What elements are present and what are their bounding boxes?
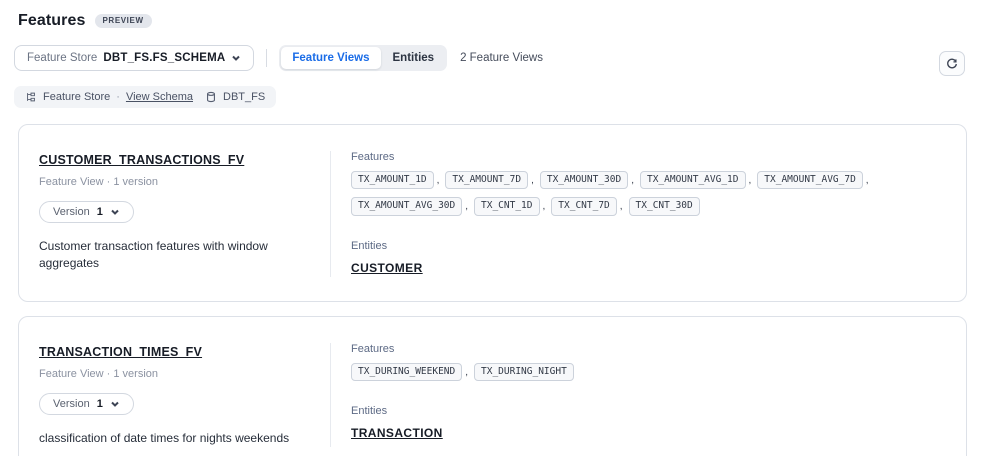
page-header: Features PREVIEW [0,0,985,34]
breadcrumb-wrap: Feature Store · View Schema DBT_FS [0,72,985,108]
feature-chip: TX_CNT_7D [551,197,616,215]
chevron-down-icon [231,53,241,63]
page-title: Features [18,12,86,30]
toolbar-divider [266,49,267,67]
version-dropdown[interactable]: Version 1 [39,201,134,223]
feature-view-description: Customer transaction features with windo… [39,238,307,273]
feature-store-dropdown-value: DBT_FS.FS_SCHEMA [103,52,225,64]
feature-chip: TX_AMOUNT_30D [540,171,628,189]
feature-view-card: TRANSACTION_TIMES_FV Feature View · 1 ve… [18,316,967,456]
chip-separator: , [465,367,468,378]
entity-link-list: TRANSACTION [351,417,946,442]
feature-chip: TX_CNT_1D [474,197,539,215]
chip-separator: , [437,175,440,186]
entities-section-label: Entities [351,240,946,252]
feature-store-dropdown-label: Feature Store [27,52,97,64]
features-section-label: Features [351,343,946,355]
breadcrumb: Feature Store · View Schema DBT_FS [14,86,276,108]
feature-view-list: CUSTOMER_TRANSACTIONS_FV Feature View · … [0,108,985,456]
card-summary-column: TRANSACTION_TIMES_FV Feature View · 1 ve… [39,343,331,447]
entity-link-list: CUSTOMER [351,252,946,277]
feature-views-count: 2 Feature Views [460,52,543,64]
feature-chip: TX_AMOUNT_1D [351,171,434,189]
breadcrumb-store-text: Feature Store [43,91,110,103]
chevron-down-icon [110,207,120,217]
tab-entities[interactable]: Entities [382,47,446,70]
feature-view-subtitle: Feature View · 1 version [39,368,312,380]
view-schema-link[interactable]: View Schema [126,91,193,103]
refresh-icon [946,58,958,70]
preview-badge: PREVIEW [95,14,152,28]
entity-link[interactable]: TRANSACTION [351,426,443,440]
feature-chip: TX_DURING_WEEKEND [351,363,462,381]
feature-chip: TX_CNT_30D [629,197,700,215]
features-section-label: Features [351,151,946,163]
feature-view-card: CUSTOMER_TRANSACTIONS_FV Feature View · … [18,124,967,302]
feature-view-title-link[interactable]: CUSTOMER_TRANSACTIONS_FV [39,153,244,167]
chip-separator: , [465,201,468,212]
chip-separator: , [543,201,546,212]
feature-chip: TX_AMOUNT_AVG_30D [351,197,462,215]
feature-view-subtitle: Feature View · 1 version [39,176,312,188]
version-dropdown-label: Version [53,398,90,410]
chip-separator: , [620,201,623,212]
feature-chip: TX_AMOUNT_AVG_1D [640,171,746,189]
tab-feature-views[interactable]: Feature Views [281,47,380,70]
feature-chip: TX_DURING_NIGHT [474,363,574,381]
feature-chip: TX_AMOUNT_AVG_7D [757,171,863,189]
chip-separator: , [866,175,869,186]
chip-separator: , [749,175,752,186]
toolbar: Feature Store DBT_FS.FS_SCHEMA Feature V… [0,34,985,72]
version-dropdown[interactable]: Version 1 [39,393,134,415]
features-chip-list: TX_AMOUNT_1D,TX_AMOUNT_7D,TX_AMOUNT_30D,… [351,171,946,216]
entity-link[interactable]: CUSTOMER [351,261,423,275]
feature-store-dropdown[interactable]: Feature Store DBT_FS.FS_SCHEMA [14,45,254,71]
version-dropdown-value: 1 [97,398,103,410]
feature-store-icon [25,91,37,103]
breadcrumb-separator: · [116,91,120,103]
view-tabs: Feature ViewsEntities [279,45,447,72]
entities-section-label: Entities [351,405,946,417]
feature-chip: TX_AMOUNT_7D [445,171,528,189]
card-detail-column: Features TX_AMOUNT_1D,TX_AMOUNT_7D,TX_AM… [331,151,946,277]
card-detail-column: Features TX_DURING_WEEKEND, TX_DURING_NIG… [331,343,946,447]
breadcrumb-database-name: DBT_FS [223,91,265,103]
feature-view-description: classification of date times for nights … [39,430,307,447]
chip-separator: , [631,175,634,186]
version-dropdown-value: 1 [97,206,103,218]
chip-separator: , [531,175,534,186]
chevron-down-icon [110,399,120,409]
database-icon [205,91,217,103]
refresh-button[interactable] [939,51,965,76]
features-chip-list: TX_DURING_WEEKEND, TX_DURING_NIGHT [351,363,946,381]
version-dropdown-label: Version [53,206,90,218]
card-summary-column: CUSTOMER_TRANSACTIONS_FV Feature View · … [39,151,331,277]
feature-view-title-link[interactable]: TRANSACTION_TIMES_FV [39,345,202,359]
